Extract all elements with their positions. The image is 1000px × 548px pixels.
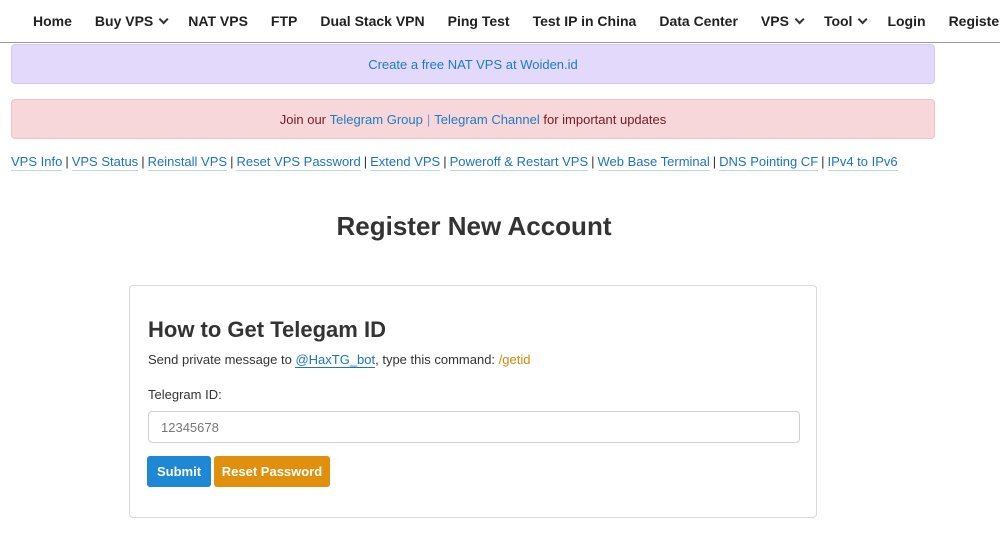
quick-link-ipv4-to-ipv6[interactable]: IPv4 to IPv6: [827, 154, 898, 171]
chevron-down-icon: [858, 13, 869, 24]
nav-item-label: Data Center: [659, 13, 738, 29]
promo-banner[interactable]: Create a free NAT VPS at Woiden.id: [11, 44, 935, 84]
quick-link-reinstall-vps[interactable]: Reinstall VPS: [147, 154, 228, 171]
nav-item-ping-test[interactable]: Ping Test: [436, 0, 521, 42]
nav-item-login[interactable]: Login: [875, 0, 936, 42]
telegram-id-input[interactable]: [148, 411, 800, 443]
telegram-alert-suffix: for important updates: [543, 111, 667, 127]
hint-prefix: Send private message to: [148, 352, 292, 367]
hint-middle: , type this command:: [375, 352, 496, 367]
promo-banner-text[interactable]: Create a free NAT VPS at Woiden.id: [368, 57, 578, 72]
bot-handle-link[interactable]: @HaxTG_bot: [295, 352, 376, 368]
quick-link-vps-status[interactable]: VPS Status: [71, 154, 139, 171]
nav-item-vps[interactable]: VPS: [749, 0, 812, 42]
telegram-alert: Join our Telegram Group | Telegram Channel…: [11, 99, 935, 139]
link-separator: |: [65, 154, 69, 169]
nav-menu: Home Buy VPS NAT VPS FTP Dual Stack VPN Ping …: [0, 0, 1000, 42]
top-navbar: Home Buy VPS NAT VPS FTP Dual Stack VPN Ping …: [0, 0, 1000, 43]
link-separator: |: [141, 154, 145, 169]
nav-item-tool[interactable]: Tool: [812, 0, 876, 42]
nav-item-label: Test IP in China: [532, 13, 637, 29]
page-title: Register New Account: [336, 211, 612, 241]
nav-item-label: Dual Stack VPN: [320, 13, 425, 29]
nav-item-label: Home: [33, 13, 72, 29]
nav-item-nat-vps[interactable]: NAT VPS: [176, 0, 259, 42]
nav-item-label: Buy VPS: [94, 13, 154, 29]
nav-item-buy-vps[interactable]: Buy VPS: [83, 0, 176, 42]
nav-item-register[interactable]: Register: [937, 0, 1000, 42]
nav-item-dual-stack-vpn[interactable]: Dual Stack VPN: [308, 0, 435, 42]
telegram-alert-separator: |: [426, 111, 431, 127]
nav-item-label: NAT VPS: [188, 13, 248, 29]
register-card: How to Get Telegam ID Send private messa…: [129, 285, 817, 518]
quick-link-dns-pointing-cf[interactable]: DNS Pointing CF: [719, 154, 819, 171]
link-separator: |: [821, 154, 825, 169]
link-separator: |: [591, 154, 595, 169]
nav-item-test-ip-in-china[interactable]: Test IP in China: [521, 0, 648, 42]
chevron-down-icon: [158, 13, 169, 24]
nav-item-data-center[interactable]: Data Center: [647, 0, 749, 42]
reset-password-button[interactable]: Reset Password: [214, 456, 330, 487]
nav-item-ftp[interactable]: FTP: [259, 0, 308, 42]
quick-link-reset-vps-password[interactable]: Reset VPS Password: [236, 154, 361, 171]
telegram-id-label: Telegram ID:: [148, 387, 222, 402]
card-hint: Send private message to @HaxTG_bot, type…: [148, 352, 531, 368]
chevron-down-icon: [794, 13, 805, 24]
quick-link-vps-info[interactable]: VPS Info: [11, 154, 63, 171]
quick-link-poweroff-restart-vps[interactable]: Poweroff & Restart VPS: [449, 154, 589, 171]
telegram-group-link[interactable]: Telegram Group: [330, 112, 423, 127]
telegram-alert-prefix: Join our: [279, 111, 326, 127]
link-separator: |: [712, 154, 717, 169]
nav-item-label: FTP: [270, 13, 298, 29]
getid-command: /getid: [498, 352, 531, 367]
telegram-channel-link[interactable]: Telegram Channel: [434, 112, 540, 127]
quick-links-bar: VPS Info | VPS Status | Reinstall VPS | Reset …: [11, 154, 898, 171]
nav-item-label: Register: [948, 13, 1000, 29]
quick-link-extend-vps[interactable]: Extend VPS: [370, 154, 441, 171]
quick-link-web-base-terminal[interactable]: Web Base Terminal: [597, 154, 710, 171]
nav-item-label: Login: [887, 13, 926, 29]
link-separator: |: [363, 154, 368, 169]
link-separator: |: [230, 154, 234, 169]
nav-item-label: Tool: [823, 13, 853, 29]
nav-item-home[interactable]: Home: [0, 0, 83, 42]
card-heading: How to Get Telegam ID: [148, 317, 386, 342]
link-separator: |: [443, 154, 447, 169]
submit-button[interactable]: Submit: [147, 456, 211, 487]
nav-item-label: Ping Test: [447, 13, 510, 29]
nav-item-label: VPS: [760, 13, 789, 29]
